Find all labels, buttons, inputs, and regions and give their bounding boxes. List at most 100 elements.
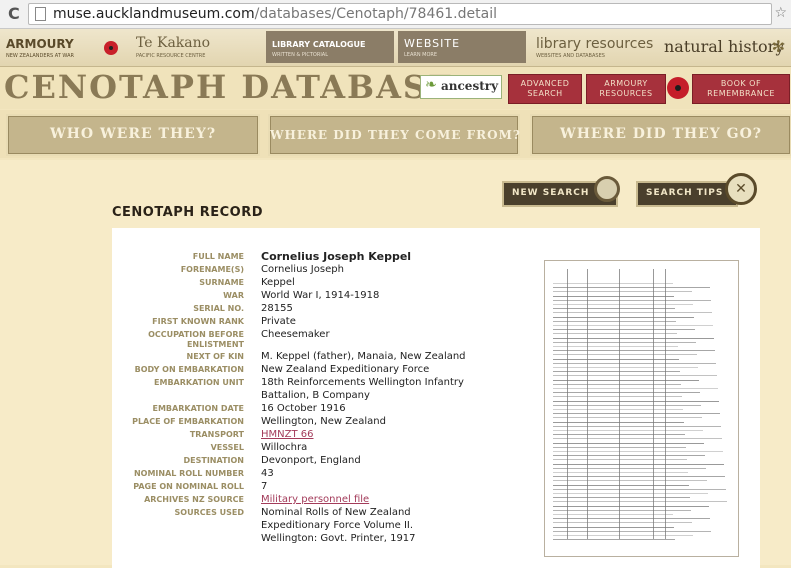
field-value: New Zealand Expeditionary Force <box>261 364 430 375</box>
browser-toolbar: C muse.aucklandmuseum.com/databases/Ceno… <box>0 0 791 29</box>
field-sources-used: SOURCES USED Nominal Rolls of New Zealand… <box>112 506 552 545</box>
book-line1: BOOK OF <box>720 79 762 88</box>
library-resources-subtitle: WEBSITES AND DATABASES <box>536 53 605 59</box>
field-label: PAGE ON NOMINAL ROLL <box>133 482 244 491</box>
scan-text-line <box>553 287 710 289</box>
library-catalogue-subtitle: WRITTEN & PICTORIAL <box>272 52 329 58</box>
field-label: SOURCES USED <box>174 508 244 517</box>
record-fields: FULL NAME Cornelius Joseph Keppel FORENAM… <box>112 250 552 545</box>
scan-text-line <box>553 451 723 452</box>
library-catalogue-link[interactable]: LIBRARY CATALOGUE WRITTEN & PICTORIAL <box>266 31 394 63</box>
site-title: CENOTAPH DATABASE <box>4 68 455 106</box>
main-content: NEW SEARCH SEARCH TIPS ✕ CENOTAPH RECORD… <box>0 160 791 568</box>
insect-icon: ✻ <box>771 37 785 56</box>
who-were-they-label: WHO WERE THEY? <box>49 126 217 142</box>
scan-text-line <box>553 459 687 461</box>
scan-text-line <box>553 325 713 326</box>
magnifier-icon[interactable] <box>594 176 620 202</box>
scan-text-line <box>553 497 690 499</box>
field-value: 7 <box>261 481 268 492</box>
scan-text-line <box>553 455 705 457</box>
scan-text-line <box>553 362 716 364</box>
book-line2: REMEMBRANCE <box>707 89 775 98</box>
nominal-roll-image[interactable] <box>544 260 739 557</box>
scan-text-line <box>553 484 689 486</box>
scan-text-line <box>553 514 673 515</box>
scan-text-line <box>553 312 712 314</box>
field-destination: DESTINATION Devonport, England <box>112 454 552 467</box>
scan-text-line <box>553 417 702 419</box>
field-archives-nz-source: ARCHIVES NZ SOURCE Military personnel fil… <box>112 493 552 506</box>
scan-text-line <box>553 480 707 482</box>
scan-text-line <box>553 446 686 448</box>
natural-history-link[interactable]: natural history ✻ <box>660 31 791 63</box>
armoury-resources-button[interactable]: ARMOURY RESOURCES <box>586 74 666 104</box>
scan-text-line <box>553 367 698 368</box>
website-subtitle: LEARN MORE <box>404 52 438 58</box>
field-value: World War I, 1914-1918 <box>261 290 380 301</box>
field-value: Cornelius Joseph Keppel <box>261 250 412 263</box>
scan-text-line <box>553 283 673 284</box>
scan-text-line <box>553 522 692 524</box>
scan-text-line <box>553 320 676 322</box>
bookmark-icon[interactable]: ☆ <box>774 5 787 21</box>
reload-icon[interactable]: C <box>8 4 20 23</box>
field-label: EMBARKATION UNIT <box>154 378 244 387</box>
field-label: ARCHIVES NZ SOURCE <box>144 495 244 504</box>
field-value: Cheesemaker <box>261 329 330 340</box>
field-next-of-kin: NEXT OF KIN M. Keppel (father), Manaia, N… <box>112 350 552 363</box>
scan-text-line <box>553 396 682 398</box>
tekakano-link[interactable]: Te Kakano PACIFIC RESOURCE CENTRE <box>128 31 264 63</box>
scan-text-line <box>553 333 677 335</box>
advanced-search-button[interactable]: ADVANCED SEARCH <box>508 74 582 104</box>
search-tips-button[interactable]: SEARCH TIPS <box>636 181 738 207</box>
field-transport: TRANSPORT HMNZT 66 <box>112 428 552 441</box>
leaf-icon: ❧ <box>425 77 437 93</box>
website-link[interactable]: WEBSITE LEARN MORE <box>398 31 526 63</box>
scan-text-line <box>553 493 708 494</box>
archives-source-link[interactable]: Military personnel file <box>261 494 369 505</box>
field-value: Wellington, New Zealand <box>261 416 386 427</box>
transport-link[interactable]: HMNZT 66 <box>261 429 314 440</box>
field-label: BODY ON EMBARKATION <box>134 365 244 374</box>
field-occupation: OCCUPATION BEFORE ENLISTMENT Cheesemaker <box>112 328 552 350</box>
field-embarkation-date: EMBARKATION DATE 16 October 1916 <box>112 402 552 415</box>
scan-text-line <box>553 530 711 532</box>
scan-text-line <box>553 392 700 394</box>
scan-text-line <box>553 425 721 427</box>
who-were-they-button[interactable]: WHO WERE THEY? <box>6 114 260 156</box>
armoury-link[interactable]: ARMOURY NEW ZEALANDERS AT WAR <box>4 31 124 63</box>
armoury-resources-line1: ARMOURY <box>604 79 648 88</box>
compass-icon[interactable]: ✕ <box>725 173 757 205</box>
scan-text-line <box>553 467 706 469</box>
field-label: EMBARKATION DATE <box>152 404 245 413</box>
field-page-on-nominal-roll: PAGE ON NOMINAL ROLL 7 <box>112 480 552 493</box>
where-did-they-go-label: WHERE DID THEY GO? <box>559 126 763 142</box>
field-label: PLACE OF EMBARKATION <box>132 417 244 426</box>
top-nav: ARMOURY NEW ZEALANDERS AT WAR Te Kakano … <box>0 29 791 67</box>
armoury-subtitle: NEW ZEALANDERS AT WAR <box>6 53 74 59</box>
scan-text-line <box>553 430 703 431</box>
address-bar[interactable]: muse.aucklandmuseum.com/databases/Cenota… <box>28 3 772 25</box>
scan-text-line <box>553 400 719 402</box>
field-surname: SURNAME Keppel <box>112 276 552 289</box>
ancestry-button[interactable]: ❧ ancestry <box>420 75 502 99</box>
where-did-they-go-button[interactable]: WHERE DID THEY GO? <box>530 114 791 156</box>
scan-text-line <box>553 337 714 339</box>
scan-text-line <box>553 535 693 536</box>
field-label: NOMINAL ROLL NUMBER <box>133 469 244 478</box>
where-did-they-come-from-button[interactable]: WHERE DID THEY COME FROM? <box>268 114 520 156</box>
url-text[interactable]: muse.aucklandmuseum.com/databases/Cenota… <box>53 6 497 22</box>
field-label: WAR <box>223 291 244 300</box>
library-resources-link[interactable]: library resources WEBSITES AND DATABASES <box>530 31 656 63</box>
field-label: NEXT OF KIN <box>186 352 245 361</box>
scan-text-line <box>553 438 722 440</box>
book-of-remembrance-button[interactable]: BOOK OF REMEMBRANCE <box>692 74 790 104</box>
field-forenames: FORENAME(S) Cornelius Joseph <box>112 263 552 276</box>
field-label: FORENAME(S) <box>180 265 244 274</box>
scan-text-line <box>553 329 695 331</box>
section-nav: WHO WERE THEY? WHERE DID THEY COME FROM?… <box>0 110 791 158</box>
scan-text-line <box>553 501 727 503</box>
website-title: WEBSITE <box>404 37 461 50</box>
field-nominal-roll-number: NOMINAL ROLL NUMBER 43 <box>112 467 552 480</box>
